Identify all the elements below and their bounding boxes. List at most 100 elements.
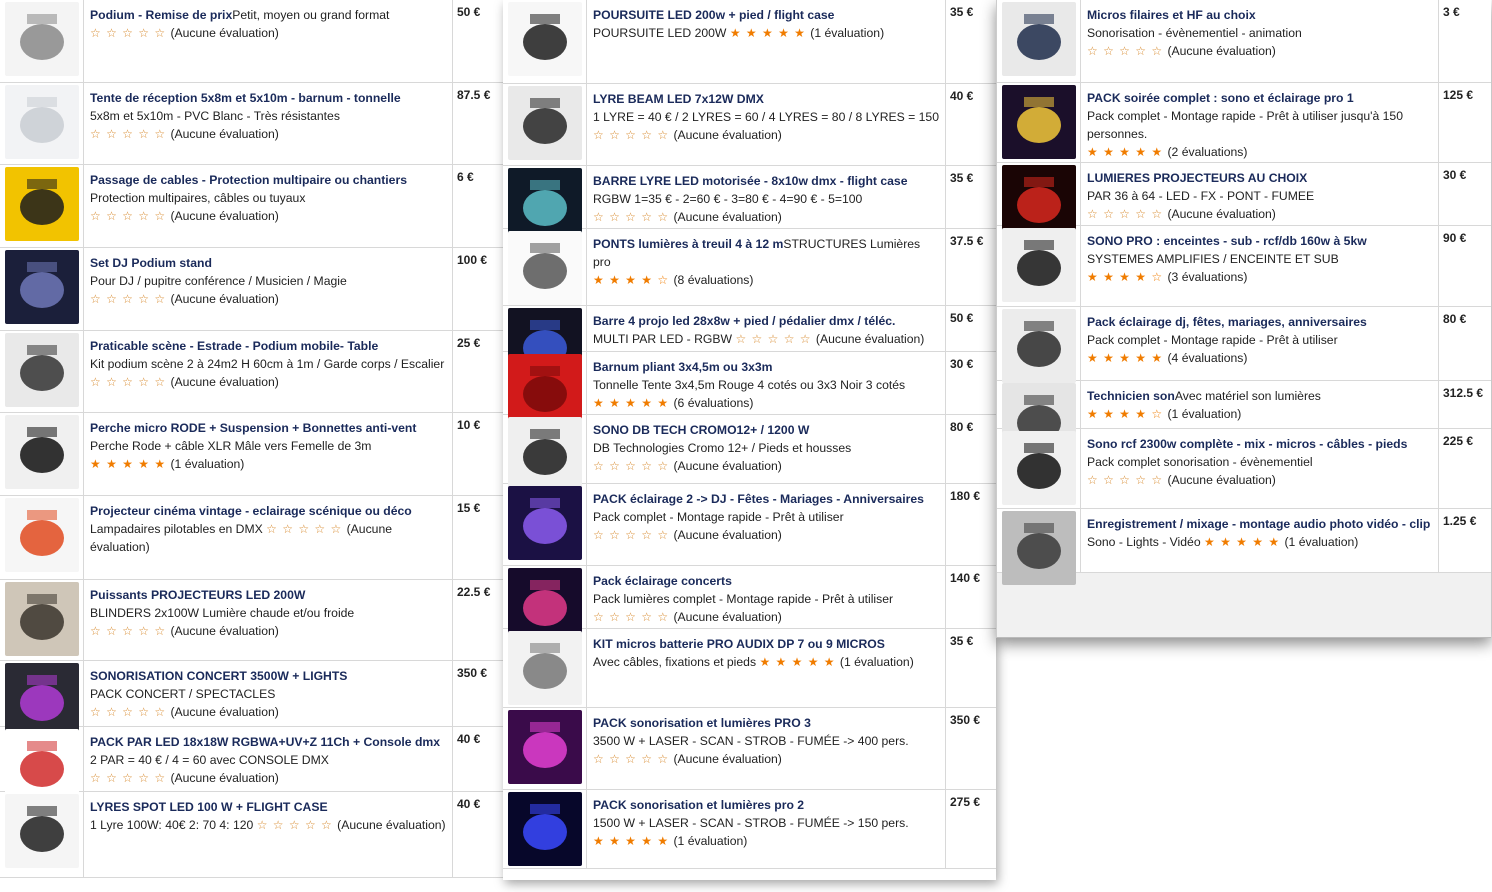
product-row[interactable]: PACK soirée complet : sono et éclairage … bbox=[997, 83, 1491, 163]
product-title-link[interactable]: Set DJ Podium stand bbox=[90, 256, 212, 270]
vintage-projector-thumbnail[interactable] bbox=[4, 498, 79, 572]
rcf-speakers-thumbnail[interactable] bbox=[1001, 431, 1076, 505]
product-row[interactable]: PONTS lumières à treuil 4 à 12 mSTRUCTUR… bbox=[503, 229, 996, 306]
product-title-link[interactable]: PONTS lumières à treuil 4 à 12 m bbox=[593, 237, 783, 251]
dj-stand-thumbnail[interactable] bbox=[4, 250, 79, 324]
speakers-thumbnail[interactable] bbox=[507, 417, 582, 491]
product-row[interactable]: Passage de cables - Protection multipair… bbox=[0, 165, 503, 248]
product-title-link[interactable]: LYRE BEAM LED 7x12W DMX bbox=[593, 92, 764, 106]
product-row[interactable]: PACK éclairage 2 -> DJ - Fêtes - Mariage… bbox=[503, 484, 996, 566]
mixing-desk-thumbnail[interactable] bbox=[4, 663, 79, 737]
product-title-link[interactable]: Barnum pliant 3x4,5m ou 3x3m bbox=[593, 360, 773, 374]
boom-pole-thumbnail[interactable] bbox=[4, 415, 79, 489]
product-row[interactable]: Projecteur cinéma vintage - eclairage sc… bbox=[0, 496, 503, 580]
product-title-link[interactable]: SONO DB TECH CROMO12+ / 1200 W bbox=[593, 423, 809, 437]
product-title-link[interactable]: SONO PRO : enceintes - sub - rcf/db 160w… bbox=[1087, 234, 1367, 248]
product-row[interactable]: LUMIERES PROJECTEURS AU CHOIX PAR 36 à 64… bbox=[997, 163, 1491, 239]
party-lights-thumbnail[interactable] bbox=[507, 486, 582, 560]
product-subtitle: Pack complet - Montage rapide - Prêt à u… bbox=[1087, 109, 1403, 141]
laser-rays-thumbnail[interactable] bbox=[1001, 85, 1076, 159]
pa-system-thumbnail[interactable] bbox=[1001, 228, 1076, 302]
stage-blue-thumbnail[interactable] bbox=[507, 792, 582, 866]
product-title-link[interactable]: BARRE LYRE LED motorisée - 8x10w dmx - f… bbox=[593, 174, 907, 188]
product-title-link[interactable]: PACK éclairage 2 -> DJ - Fêtes - Mariage… bbox=[593, 492, 924, 506]
product-row[interactable]: BARRE LYRE LED motorisée - 8x10w dmx - f… bbox=[503, 166, 996, 242]
product-title-link[interactable]: POURSUITE LED 200w + pied / flight case bbox=[593, 8, 834, 22]
beam-lyre-thumbnail[interactable] bbox=[507, 86, 582, 160]
product-row[interactable]: LYRE BEAM LED 7x12W DMX 1 LYRE = 40 € / 2… bbox=[503, 84, 996, 166]
product-title-link[interactable]: KIT micros batterie PRO AUDIX DP 7 ou 9 … bbox=[593, 637, 885, 651]
price: 25 € bbox=[457, 336, 481, 350]
product-row[interactable]: Barre 4 projo led 28x8w + pied / pédalie… bbox=[503, 306, 996, 382]
stage-platform-thumbnail[interactable] bbox=[4, 333, 79, 407]
product-row[interactable]: Technicien sonAvec matériel son lumières… bbox=[997, 381, 1491, 457]
rating-stars: ☆ ☆ ☆ ☆ ☆ bbox=[735, 332, 816, 346]
product-title-link[interactable]: LYRES SPOT LED 100 W + FLIGHT CASE bbox=[90, 800, 328, 814]
description-cell: PACK sonorisation et lumières pro 2 1500 … bbox=[587, 790, 946, 868]
rating-stars: ☆ ☆ ☆ ☆ ☆ bbox=[593, 210, 674, 224]
drum-kit-thumbnail[interactable] bbox=[507, 631, 582, 705]
product-row[interactable]: Praticable scène - Estrade - Podium mobi… bbox=[0, 331, 503, 413]
product-row[interactable]: Puissants PROJECTEURS LED 200W BLINDERS 2… bbox=[0, 580, 503, 661]
truss-thumbnail[interactable] bbox=[507, 231, 582, 305]
product-title-link[interactable]: Enregistrement / mixage - montage audio … bbox=[1087, 517, 1430, 531]
product-row[interactable]: PACK sonorisation et lumières PRO 3 3500 … bbox=[503, 708, 996, 790]
product-row[interactable]: SONORISATION CONCERT 3500W + LIGHTS PACK … bbox=[0, 661, 503, 737]
price: 35 € bbox=[950, 171, 974, 185]
product-title-link[interactable]: PACK soirée complet : sono et éclairage … bbox=[1087, 91, 1354, 105]
product-title-link[interactable]: Passage de cables - Protection multipair… bbox=[90, 173, 407, 187]
rating-count: (4 évaluations) bbox=[1167, 351, 1248, 365]
description-cell: PACK sonorisation et lumières PRO 3 3500 … bbox=[587, 708, 946, 789]
product-title-link[interactable]: LUMIERES PROJECTEURS AU CHOIX bbox=[1087, 171, 1307, 185]
product-title-link[interactable]: PACK sonorisation et lumières pro 2 bbox=[593, 798, 804, 812]
product-row[interactable]: KIT micros batterie PRO AUDIX DP 7 ou 9 … bbox=[503, 629, 996, 708]
product-row[interactable]: Enregistrement / mixage - montage audio … bbox=[997, 509, 1491, 585]
podium-thumbnail[interactable] bbox=[4, 2, 79, 76]
product-row[interactable]: Sono rcf 2300w complète - mix - micros -… bbox=[997, 429, 1491, 509]
product-title-link[interactable]: Sono rcf 2300w complète - mix - micros -… bbox=[1087, 437, 1407, 451]
moving-head-thumbnail[interactable] bbox=[4, 794, 79, 868]
product-title-link[interactable]: PACK sonorisation et lumières PRO 3 bbox=[593, 716, 811, 730]
led-projector-thumbnail[interactable] bbox=[4, 582, 79, 656]
product-row[interactable]: Perche micro RODE + Suspension + Bonnett… bbox=[0, 413, 503, 496]
product-title-link[interactable]: Perche micro RODE + Suspension + Bonnett… bbox=[90, 421, 416, 435]
product-title-link[interactable]: Micros filaires et HF au choix bbox=[1087, 8, 1256, 22]
dj-light-thumbnail[interactable] bbox=[1001, 309, 1076, 383]
product-row[interactable]: Pack éclairage dj, fêtes, mariages, anni… bbox=[997, 307, 1491, 383]
product-row[interactable]: POURSUITE LED 200w + pied / flight case P… bbox=[503, 0, 996, 84]
product-row[interactable]: Podium - Remise de prixPetit, moyen ou g… bbox=[0, 0, 503, 83]
product-title-link[interactable]: Pack éclairage concerts bbox=[593, 574, 732, 588]
microphone-thumbnail[interactable] bbox=[1001, 2, 1076, 76]
product-title-link[interactable]: SONORISATION CONCERT 3500W + LIGHTS bbox=[90, 669, 347, 683]
product-title-link[interactable]: Tente de réception 5x8m et 5x10m - barnu… bbox=[90, 91, 401, 105]
product-title-link[interactable]: Puissants PROJECTEURS LED 200W bbox=[90, 588, 305, 602]
followspot-thumbnail[interactable] bbox=[507, 2, 582, 76]
product-row[interactable]: Pack éclairage concerts Pack lumières com… bbox=[503, 566, 996, 642]
product-row[interactable]: Set DJ Podium stand Pour DJ / pupitre con… bbox=[0, 248, 503, 331]
rating-count: (Aucune évaluation) bbox=[337, 818, 446, 832]
product-title-link[interactable]: Technicien son bbox=[1087, 389, 1175, 403]
product-title-link[interactable]: Podium - Remise de prix bbox=[90, 8, 232, 22]
product-row[interactable]: Tente de réception 5x8m et 5x10m - barnu… bbox=[0, 83, 503, 165]
product-row[interactable]: SONO PRO : enceintes - sub - rcf/db 160w… bbox=[997, 226, 1491, 307]
tent-thumbnail[interactable] bbox=[4, 85, 79, 159]
product-row[interactable]: Barnum pliant 3x4,5m ou 3x3m Tonnelle Ten… bbox=[503, 352, 996, 428]
product-row[interactable]: SONO DB TECH CROMO12+ / 1200 W DB Technol… bbox=[503, 415, 996, 491]
listing-table: Micros filaires et HF au choix Sonorisati… bbox=[997, 0, 1491, 585]
product-title-link[interactable]: Pack éclairage dj, fêtes, mariages, anni… bbox=[1087, 315, 1367, 329]
product-row[interactable]: PACK PAR LED 18x18W RGBWA+UV+Z 11Ch + Co… bbox=[0, 727, 503, 803]
product-title-link[interactable]: Projecteur cinéma vintage - eclairage sc… bbox=[90, 504, 412, 518]
cable-protector-thumbnail[interactable] bbox=[4, 167, 79, 241]
product-title-link[interactable]: Praticable scène - Estrade - Podium mobi… bbox=[90, 339, 378, 353]
rating-count: (2 évaluations) bbox=[1167, 145, 1248, 159]
laser-show-thumbnail[interactable] bbox=[507, 710, 582, 784]
studio-console-thumbnail[interactable] bbox=[1001, 511, 1076, 585]
product-subtitle: Avec câbles, fixations et pieds bbox=[593, 655, 757, 669]
product-title-link[interactable]: Barre 4 projo led 28x8w + pied / pédalie… bbox=[593, 314, 895, 328]
rating-stars: ☆ ☆ ☆ ☆ ☆ bbox=[593, 752, 674, 766]
product-row[interactable]: Micros filaires et HF au choix Sonorisati… bbox=[997, 0, 1491, 83]
thumbnail-cell bbox=[997, 163, 1081, 239]
product-title-link[interactable]: PACK PAR LED 18x18W RGBWA+UV+Z 11Ch + Co… bbox=[90, 735, 440, 749]
product-row[interactable]: PACK sonorisation et lumières pro 2 1500 … bbox=[503, 790, 996, 869]
product-row[interactable]: LYRES SPOT LED 100 W + FLIGHT CASE 1 Lyre… bbox=[0, 792, 503, 878]
